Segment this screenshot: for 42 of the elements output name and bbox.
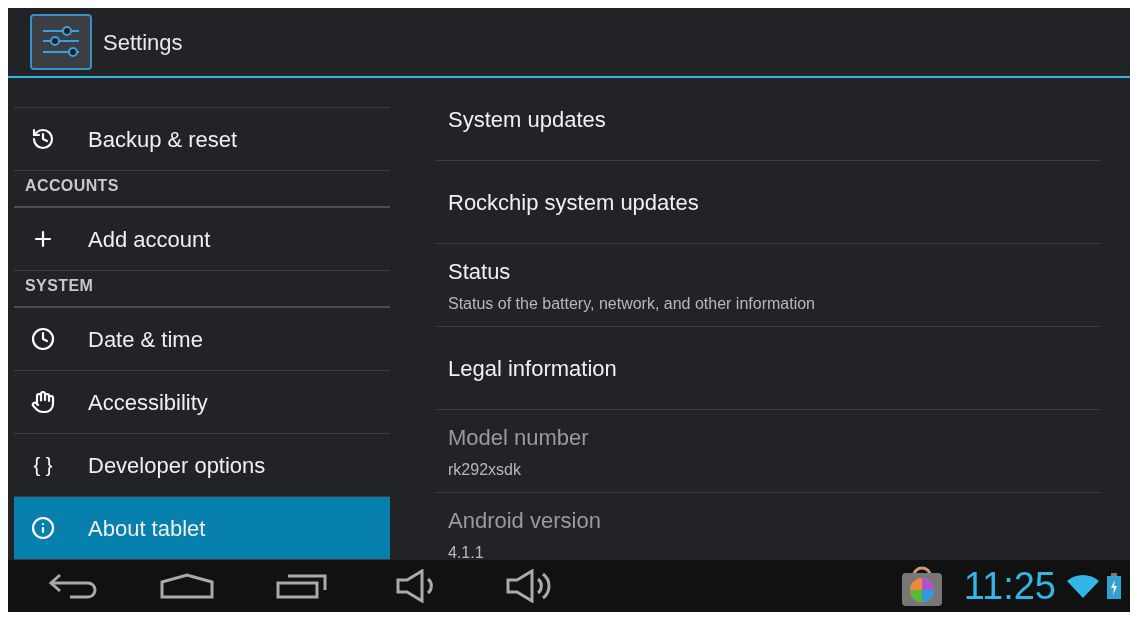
back-icon[interactable]	[48, 573, 98, 599]
row-title: System updates	[448, 105, 607, 134]
row-title: Model number	[448, 423, 590, 452]
sidebar-item[interactable]: About tablet	[14, 497, 390, 560]
app-title: Settings	[103, 28, 183, 57]
item-label: About tablet	[88, 514, 206, 543]
item-label: Developer options	[88, 451, 266, 480]
item-label: Date & time	[88, 325, 203, 354]
row-summary: Status of the battery, network, and other information	[448, 293, 816, 314]
settings-row[interactable]: Status Status of the battery, network, and other information	[436, 244, 1100, 327]
wifi-icon	[1066, 574, 1100, 598]
sidebar-item[interactable]: Add account	[14, 208, 390, 271]
battery-charging-icon	[1106, 573, 1122, 599]
section-header: SYSTEM	[25, 276, 94, 296]
volume-down-icon[interactable]	[396, 569, 436, 603]
sidebar-item[interactable]: Accessibility	[14, 371, 390, 434]
sidebar-item[interactable]: Date & time	[14, 308, 390, 371]
store-bag-icon[interactable]	[899, 565, 944, 607]
sidebar-item[interactable]: Backup & reset	[14, 108, 390, 171]
braces-icon: { }	[33, 450, 53, 480]
section-header: ACCOUNTS	[25, 176, 119, 196]
item-label: Backup & reset	[88, 125, 238, 154]
item-label: Add account	[88, 225, 211, 254]
row-title: Status	[448, 257, 512, 286]
row-title: Legal information	[448, 354, 618, 383]
info-icon	[31, 516, 55, 540]
settings-row[interactable]: Legal information	[436, 327, 1100, 410]
backup-icon	[31, 127, 55, 151]
settings-app-icon[interactable]	[30, 14, 92, 70]
row-title: Android version	[448, 506, 602, 535]
clock-time: 11:25	[963, 567, 1056, 605]
volume-up-icon[interactable]	[506, 569, 552, 603]
row-summary: 4.1.1	[448, 542, 485, 560]
row-title: Rockchip system updates	[448, 188, 700, 217]
recent-apps-icon[interactable]	[276, 573, 328, 599]
item-label: Accessibility	[88, 388, 208, 417]
row-summary: rk292xsdk	[448, 459, 522, 480]
home-icon[interactable]	[160, 573, 214, 599]
settings-row[interactable]: System updates	[436, 78, 1100, 161]
hand-icon	[31, 390, 55, 414]
clock-icon	[31, 327, 55, 351]
settings-row[interactable]: Rockchip system updates	[436, 161, 1100, 244]
